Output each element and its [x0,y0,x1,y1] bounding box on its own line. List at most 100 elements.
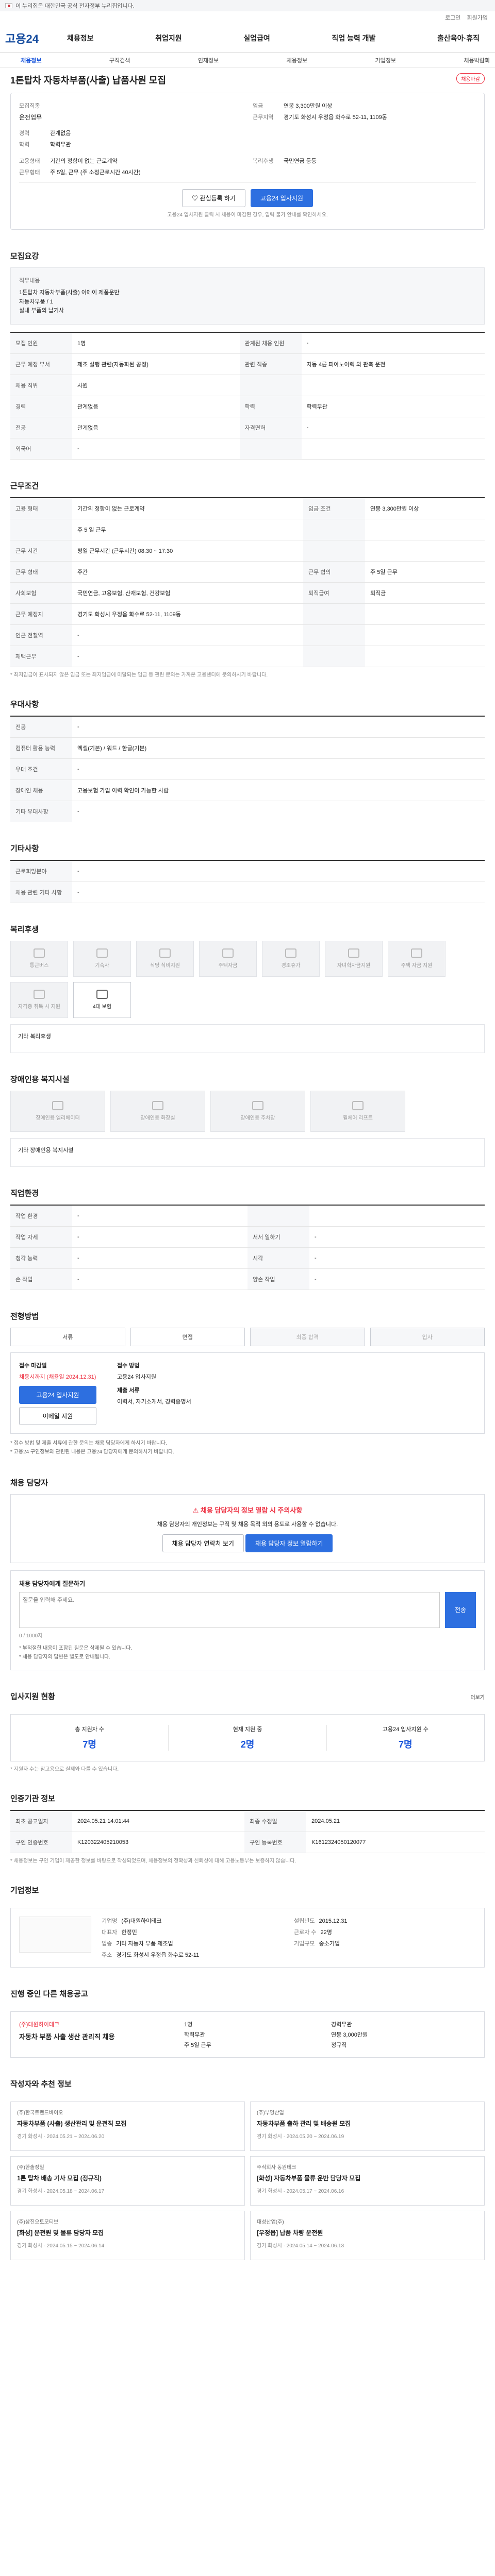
login-link[interactable]: 로그인 [445,13,460,22]
table-row: 모집 인원 1명 관계된 채용 인원 - [10,332,485,354]
location-value: 경기도 화성시 우정읍 화수로 52-11, 1109동 [284,114,387,121]
recommend-company-row: (주)삼진오토모티브 [17,2217,238,2225]
row-value: - [72,1226,248,1248]
row-label: 모집 인원 [10,332,72,354]
table-row: 기타 우대사항 - [10,801,485,822]
career-label: 경력 [19,130,30,137]
open-contact-button[interactable]: 채용 담당자 정보 열람하기 [245,1534,333,1552]
table-row: 장애인 채용 고용보험 가입 이력 확인이 가능한 사람 [10,779,485,801]
recommend-company-row: 대성산업(주) [257,2217,478,2225]
deadline-value: 채용시까지 (채용일 2024.12.31) [19,1374,96,1380]
gnb-item-unemployment[interactable]: 실업급여 [243,33,270,43]
co-name-label: 기업명 [102,1918,118,1924]
row-value: 2024.05.21 14:01:44 [72,1810,245,1832]
welfare-icon [159,948,171,958]
apply-button[interactable]: 고용24 입사지원 [250,189,313,207]
recommend-card[interactable]: 주식회사 동원테크 [화성] 자동차부품 물류 운반 담당자 모집 경기 화성시 ·… [250,2156,485,2206]
row-label: 채용 관련 기타 사항 [10,882,72,903]
email-apply-button[interactable]: 이메일 지원 [19,1406,96,1425]
co-addr-label: 주소 [102,1952,112,1958]
gnb-item-jobs[interactable]: 채용정보 [67,33,94,43]
subnav-company[interactable]: 기업정보 [375,56,396,64]
row-value: - [301,332,485,354]
recommend-card[interactable]: (주)부영산업 자동차부품 출하 관리 및 배송원 모집 경기 화성시 · 2024… [250,2101,485,2151]
row-value [365,603,485,625]
conditions-note: * 최저임금이 표시되지 않은 임금 또는 최저임금에 미달되는 임금 등 관련… [10,672,268,678]
site-logo[interactable]: 고용24 [5,30,67,46]
stat-value: 2명 [240,1739,255,1750]
view-contact-button[interactable]: 채용 담당자 연락처 보기 [162,1534,244,1552]
welfare-icon [222,948,234,958]
row-value: - [72,716,485,738]
row-label [248,1205,309,1227]
section-schedule-title: 인증기관 정보 [10,1794,55,1803]
table-row: 작업 자세 - 서서 일하기 - [10,1226,485,1248]
row-value [365,624,485,646]
subnav-search[interactable]: 구직검색 [109,56,130,64]
welfare-tile: 경조휴가 [262,940,320,977]
subnav-jobs[interactable]: 채용정보 [21,56,41,64]
gnb-item-parental[interactable]: 출산육아·휴직 [437,33,480,43]
schedule-note: * 채용정보는 구인 기업이 제공한 정보를 바탕으로 작성되었으며, 채용정보… [10,1858,296,1864]
subnav-talent[interactable]: 인재정보 [198,56,219,64]
row-value: - [72,646,304,667]
row-value [301,375,485,396]
top-links: 로그인 회원가입 [0,11,495,24]
welfare-tile-label: 통근버스 [29,963,49,969]
section-recruit-title: 모집요강 [10,252,39,261]
row-value: - [72,1205,248,1227]
signup-link[interactable]: 회원가입 [467,13,488,22]
welfare-icon [96,990,108,999]
row-value: 엑셀(기본) / 워드 / 한글(기본) [72,737,485,759]
recommend-card[interactable]: (주)한솔정밀 1톤 탑차 배송 기사 모집 (정규직) 경기 화성시 · 2024… [10,2156,245,2206]
co-found-label: 설립년도 [294,1918,315,1924]
gnb-item-support[interactable]: 취업지원 [155,33,182,43]
welfare-icon [34,948,45,958]
row-value: - [72,801,485,822]
process-step-4: 입사 [370,1327,485,1346]
stats-more-link[interactable]: 더보기 [470,1693,485,1701]
company-logo [19,1916,91,1953]
apply-button-2[interactable]: 고용24 입사지원 [19,1385,96,1404]
scrap-label: 관심등록 하기 [200,195,236,202]
apply-bullet: * 접수 방법 및 제출 서류에 관한 문의는 채용 담당자에게 하시기 바랍니… [10,1440,168,1446]
subnav-fair[interactable]: 채용박람회 [464,56,490,64]
scrap-button[interactable]: ♡ 관심등록 하기 [182,189,245,207]
recommend-company: 대성산업(주) [257,2219,284,2225]
row-label [303,603,366,625]
row-value: K120322405210053 [72,1832,245,1853]
co-staff-label: 근로자 수 [294,1929,317,1936]
table-row: 청각 능력 - 시각 - [10,1247,485,1269]
recommend-company: (주)삼진오토모티브 [17,2219,59,2225]
recommend-card[interactable]: 대성산업(주) [우정읍] 납품 차량 운전원 경기 화성시 · 2024.05.1… [250,2210,485,2260]
row-label [303,540,366,562]
edu-value: 학력무관 [50,142,71,148]
row-label: 근로희망분야 [10,860,72,882]
stat-label: 총 지원자 수 [75,1726,105,1733]
conditions-table: 고용 형태 기간의 정함이 없는 근로계약 임금 조건 연봉 3,300만원 이상 주 … [10,497,485,667]
sub-nav: 채용정보 구직검색 인재정보 채용정보 기업정보 채용박람회 [0,53,495,68]
qa-submit-button[interactable]: 전송 [445,1591,476,1628]
section-env-title: 직업환경 [10,1189,39,1198]
warning-icon: ⚠ [192,1506,201,1514]
row-label: 전공 [10,417,72,438]
welfare-tile-label: 기숙사 [95,963,109,969]
section-recommend-title: 작성자와 추천 정보 [10,2079,72,2089]
doc-value: 이력서, 자기소개서, 경력증명서 [117,1398,191,1405]
gnb-item-training[interactable]: 직업 능력 개발 [332,33,375,43]
recommend-card[interactable]: (주)한국트랜드바이오 자동차부품 (사출) 생산관리 및 운전직 모집 경기 화성… [10,2101,245,2151]
welfare-tile: 기숙사 [73,940,131,977]
row-label: 재택근무 [10,646,72,667]
other-job-box[interactable]: (주)대원하이테크 자동차 부품 사출 생산 관리직 채용 1명 경력무관 학력… [10,2011,485,2058]
row-label: 근무 예정 부서 [10,353,72,375]
row-value: - [309,1247,485,1269]
row-label: 관련 직종 [239,353,302,375]
row-label [10,519,72,540]
table-row: 근무 예정지 경기도 화성시 우정읍 화수로 52-11, 1109동 [10,603,485,625]
disability-tile: 휠체어 리프트 [310,1090,405,1132]
subnav-jobs-2[interactable]: 채용정보 [287,56,307,64]
contact-text: 채용 담당자의 개인정보는 구직 및 채용 목적 외의 용도로 사용할 수 없습… [157,1521,338,1528]
table-row: 전공 - [10,716,485,738]
qa-input[interactable] [19,1591,440,1628]
recommend-card[interactable]: (주)삼진오토모티브 [화성] 운전원 및 물류 담당자 모집 경기 화성시 · 2… [10,2210,245,2260]
